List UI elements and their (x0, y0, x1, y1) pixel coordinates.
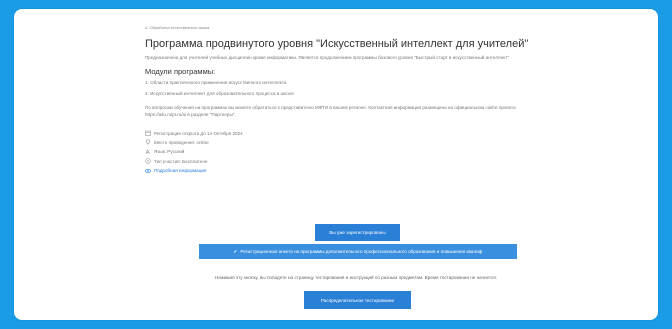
breadcrumb[interactable]: 4. Обработка естественного языка (145, 25, 545, 30)
check-icon: ✔ (233, 248, 238, 254)
location-text: Место проведения: online (154, 139, 209, 145)
details-info[interactable]: Подробная информация (145, 168, 545, 174)
participation-text: Тип участия: Бесплатное (154, 158, 208, 164)
program-description: Предназначена для учителей учебных дисци… (145, 55, 509, 60)
calendar-icon (145, 130, 151, 136)
page-title: Программа продвинутого уровня "Искусстве… (145, 38, 529, 50)
language-icon (145, 148, 151, 155)
location-pin-icon (145, 139, 151, 146)
module-item: 2. Искусственный интеллект для образоват… (145, 91, 294, 96)
info-icon (145, 168, 151, 174)
page-frame: 4. Обработка естественного языка Програм… (14, 9, 658, 320)
registration-info: Регистрация открыта до 14 Октября 2024 (145, 130, 545, 136)
details-link[interactable]: Подробная информация (154, 168, 206, 173)
language-text: Язык: Русский (154, 149, 185, 155)
test-hint: Нажимая эту кнопку, вы попадете на стран… (214, 275, 498, 280)
modules-heading: Модули программы: (145, 67, 216, 76)
module-item: 1. Области практического применения иску… (145, 80, 287, 85)
modules-list: 1. Области практического применения иску… (145, 80, 545, 96)
application-form-label: Регистрационная анкета на программы допо… (240, 249, 483, 254)
language-info: Язык: Русский (145, 148, 545, 155)
location-info: Место проведения: online (145, 139, 545, 146)
application-form-button[interactable]: ✔ Регистрационная анкета на программы до… (199, 244, 517, 259)
participation-info: Тип участия: Бесплатное (145, 158, 545, 164)
tag-icon (145, 158, 151, 164)
main-content: 4. Обработка естественного языка Програм… (145, 25, 545, 177)
contact-note: По вопросам обучения на программах вы мо… (145, 105, 516, 117)
preliminary-test-button[interactable]: Распределительное тестирование (304, 291, 411, 309)
registration-text: Регистрация открыта до 14 Октября 2024 (154, 130, 243, 136)
registered-button[interactable]: Вы уже зарегистрированы (315, 224, 400, 241)
